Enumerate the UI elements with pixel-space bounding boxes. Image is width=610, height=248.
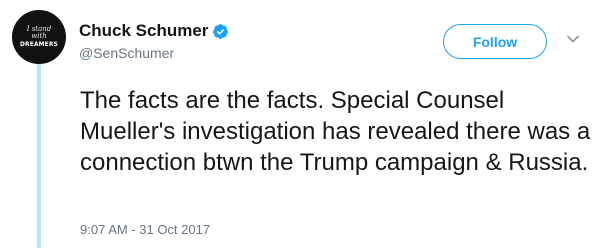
verified-badge-icon: [213, 23, 229, 39]
tweet-timestamp[interactable]: 9:07 AM - 31 Oct 2017: [80, 222, 210, 237]
tweet-text: The facts are the facts. Special Counsel…: [80, 87, 591, 176]
avatar-text-line-2: with: [31, 32, 47, 41]
chevron-down-icon[interactable]: [567, 35, 579, 43]
user-handle[interactable]: @SenSchumer: [79, 45, 174, 61]
display-name[interactable]: Chuck Schumer: [79, 21, 208, 41]
avatar-text-line-3: DREAMERS: [19, 40, 58, 49]
avatar[interactable]: I stand with DREAMERS: [12, 10, 66, 64]
name-row: Chuck Schumer: [79, 21, 229, 41]
follow-button[interactable]: Follow: [443, 24, 547, 59]
thread-line: [37, 58, 41, 248]
